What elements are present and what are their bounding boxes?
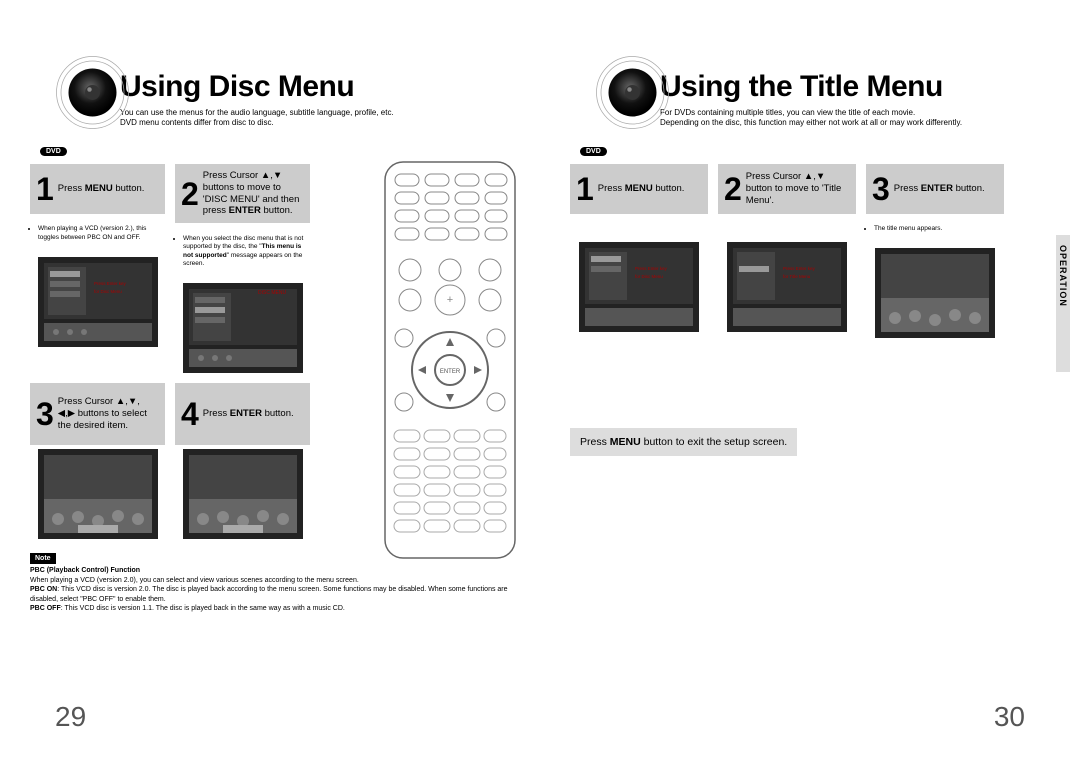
speaker-icon bbox=[55, 55, 130, 130]
step-1: 1 Press MENU button. When playing a VCD … bbox=[30, 164, 165, 373]
screen-thumb bbox=[38, 449, 158, 539]
step-head: 4 Press ENTER button. bbox=[175, 383, 310, 445]
page-right: Using the Title Menu For DVDs containing… bbox=[540, 0, 1080, 763]
step-head: 3 Press Cursor ▲,▼, ◀,▶ buttons to selec… bbox=[30, 383, 165, 445]
step-number: 1 bbox=[576, 173, 594, 205]
step-number: 3 bbox=[872, 173, 890, 205]
svg-text:ENTER: ENTER bbox=[440, 369, 461, 375]
svg-text:+: + bbox=[447, 294, 453, 306]
step-note: The title menu appears. bbox=[866, 220, 1004, 237]
page-number: 29 bbox=[55, 701, 86, 733]
step-number: 2 bbox=[724, 173, 742, 205]
step-text: Press ENTER button. bbox=[894, 183, 985, 195]
step-3: 3 Press ENTER button. The title menu app… bbox=[866, 164, 1004, 338]
svg-text:Press Enter key: Press Enter key bbox=[783, 266, 816, 271]
manual-spread: Using Disc Menu You can use the menus fo… bbox=[0, 0, 1080, 763]
svg-text:Press Enter key: Press Enter key bbox=[94, 281, 127, 286]
step-number: 1 bbox=[36, 173, 54, 205]
note-label: Note bbox=[30, 553, 56, 564]
step-number: 3 bbox=[36, 398, 54, 430]
page-title: Using Disc Menu bbox=[120, 70, 510, 104]
page-subtitle: You can use the menus for the audio lang… bbox=[120, 108, 510, 129]
exit-hint: Press MENU button to exit the setup scre… bbox=[570, 428, 797, 456]
screen-thumb bbox=[183, 449, 303, 539]
step-1: 1 Press MENU button. Press Enter key for… bbox=[570, 164, 708, 338]
step-2: 2 Press Cursor ▲,▼ button to move to 'Ti… bbox=[718, 164, 856, 338]
remote-control-image: + ENTER bbox=[380, 160, 520, 560]
step-4: 4 Press ENTER button. bbox=[175, 383, 310, 539]
dvd-badge: DVD bbox=[580, 147, 607, 156]
step-text: Press MENU button. bbox=[58, 183, 145, 195]
note-line: When playing a VCD (version 2.0), you ca… bbox=[30, 577, 359, 584]
page-title: Using the Title Menu bbox=[660, 70, 1050, 104]
operation-side-tab: OPERATION bbox=[1056, 235, 1070, 372]
step-text: Press ENTER button. bbox=[203, 408, 294, 420]
step-text: Press Cursor ▲,▼ buttons to move to 'DIS… bbox=[203, 170, 304, 218]
step-head: 2 Press Cursor ▲,▼ button to move to 'Ti… bbox=[718, 164, 856, 214]
step-text: Press Cursor ▲,▼, ◀,▶ buttons to select … bbox=[58, 396, 159, 432]
note-line: PBC OFF: This VCD disc is version 1.1. T… bbox=[30, 605, 345, 612]
screen-thumb: Press Enter key for Disc Menu bbox=[38, 257, 158, 347]
step-2: 2 Press Cursor ▲,▼ buttons to move to 'D… bbox=[175, 164, 310, 373]
screen-thumb bbox=[875, 248, 995, 338]
speaker-icon bbox=[595, 55, 670, 130]
note-line: PBC ON: This VCD disc is version 2.0. Th… bbox=[30, 586, 508, 602]
page-subtitle: For DVDs containing multiple titles, you… bbox=[660, 108, 1050, 129]
step-text: Press Cursor ▲,▼ button to move to 'Titl… bbox=[746, 171, 850, 207]
dvd-badge: DVD bbox=[40, 147, 67, 156]
svg-text:Press Enter key: Press Enter key bbox=[635, 266, 668, 271]
step-3: 3 Press Cursor ▲,▼, ◀,▶ buttons to selec… bbox=[30, 383, 165, 539]
note-title: PBC (Playback Control) Function bbox=[30, 567, 140, 574]
step-head: 1 Press MENU button. bbox=[30, 164, 165, 214]
svg-text:for Title Menu: for Title Menu bbox=[783, 274, 811, 279]
pbc-note: Note PBC (Playback Control) Function Whe… bbox=[30, 553, 510, 614]
steps-grid: 1 Press MENU button. Press Enter key for… bbox=[570, 164, 1010, 338]
svg-text:for Disc Menu: for Disc Menu bbox=[94, 289, 122, 294]
step-note: When you select the disc menu that is no… bbox=[175, 230, 310, 273]
step-head: 2 Press Cursor ▲,▼ buttons to move to 'D… bbox=[175, 164, 310, 224]
step-text: Press MENU button. bbox=[598, 183, 685, 195]
step-head: 3 Press ENTER button. bbox=[866, 164, 1004, 214]
screen-thumb: Press Enter key for Disc Menu bbox=[579, 242, 699, 332]
page-number: 30 bbox=[994, 701, 1025, 733]
step-note: When playing a VCD (version 2.), this to… bbox=[30, 220, 165, 246]
svg-text:DISC MENU: DISC MENU bbox=[258, 290, 286, 296]
screen-thumb: DISC MENU bbox=[183, 283, 303, 373]
svg-text:for Disc Menu: for Disc Menu bbox=[635, 274, 663, 279]
screen-thumb: Press Enter key for Title Menu bbox=[727, 242, 847, 332]
step-number: 4 bbox=[181, 398, 199, 430]
steps-grid: 1 Press MENU button. When playing a VCD … bbox=[30, 164, 330, 539]
page-left: Using Disc Menu You can use the menus fo… bbox=[0, 0, 540, 763]
step-head: 1 Press MENU button. bbox=[570, 164, 708, 214]
step-number: 2 bbox=[181, 178, 199, 210]
